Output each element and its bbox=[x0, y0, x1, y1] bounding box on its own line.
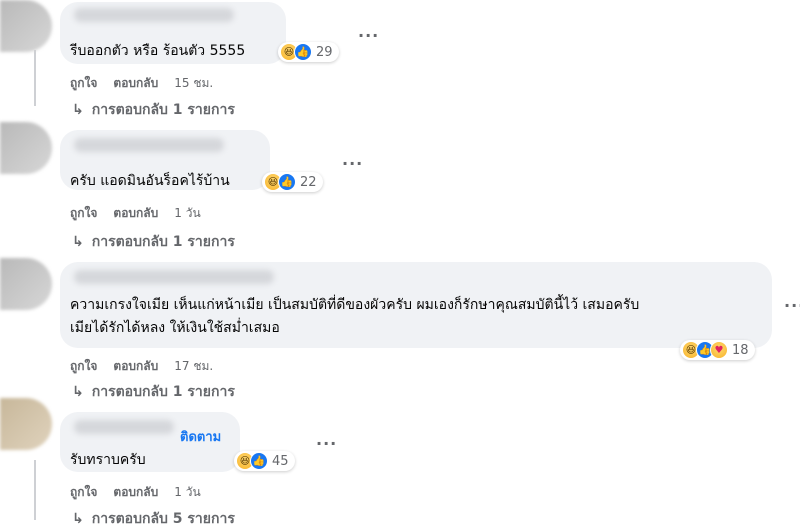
timestamp[interactable]: 1 วัน bbox=[174, 204, 200, 223]
reply-button[interactable]: ตอบกลับ bbox=[113, 483, 158, 502]
reaction-count: 45 bbox=[272, 453, 289, 469]
comment-text: รีบออกตัว หรือ ร้อนตัว 5555 bbox=[70, 43, 246, 59]
reply-button[interactable]: ตอบกลับ bbox=[113, 357, 158, 376]
view-replies-label: การตอบกลับ 5 รายการ bbox=[91, 511, 235, 527]
author-name[interactable] bbox=[74, 8, 234, 22]
avatar[interactable] bbox=[0, 398, 52, 450]
more-options-icon[interactable]: ··· bbox=[358, 26, 379, 45]
avatar[interactable] bbox=[0, 258, 52, 310]
reaction-summary[interactable]: 😆 👍 ♥ 18 bbox=[680, 340, 755, 360]
comment-text: รับทราบครับ bbox=[70, 452, 146, 468]
reaction-count: 18 bbox=[732, 342, 749, 358]
reply-button[interactable]: ตอบกลับ bbox=[113, 204, 158, 223]
avatar[interactable] bbox=[0, 0, 52, 52]
view-replies-label: การตอบกลับ 1 รายการ bbox=[91, 102, 235, 118]
reply-arrow-icon: ↳ bbox=[72, 511, 84, 527]
comment-actions: ถูกใจ ตอบกลับ 15 ชม. bbox=[70, 74, 213, 93]
comment-text-line-1: ความเกรงใจเมีย เห็นแก่หน้าเมีย เป็นสมบัต… bbox=[70, 297, 640, 313]
reaction-count: 29 bbox=[316, 44, 333, 60]
reply-button[interactable]: ตอบกลับ bbox=[113, 74, 158, 93]
reaction-summary[interactable]: 😆 👍 45 bbox=[234, 451, 295, 471]
reply-arrow-icon: ↳ bbox=[72, 384, 84, 400]
more-options-icon[interactable]: ··· bbox=[784, 296, 800, 315]
reaction-summary[interactable]: 😆 👍 22 bbox=[262, 172, 323, 192]
care-icon: ♥ bbox=[710, 341, 728, 359]
view-replies-label: การตอบกลับ 1 รายการ bbox=[91, 234, 235, 250]
like-icon: 👍 bbox=[278, 173, 296, 191]
like-button[interactable]: ถูกใจ bbox=[70, 204, 97, 223]
comment-actions: ถูกใจ ตอบกลับ 1 วัน bbox=[70, 204, 201, 223]
reply-arrow-icon: ↳ bbox=[72, 102, 84, 118]
thread-line bbox=[34, 50, 36, 106]
timestamp[interactable]: 1 วัน bbox=[174, 483, 200, 502]
reaction-count: 22 bbox=[300, 174, 317, 190]
more-options-icon[interactable]: ··· bbox=[342, 154, 363, 173]
author-name[interactable] bbox=[74, 138, 224, 152]
like-button[interactable]: ถูกใจ bbox=[70, 357, 97, 376]
comment-text: ครับ แอดมินอันร็อคไร้บ้าน bbox=[70, 173, 230, 189]
view-replies-link[interactable]: ↳ การตอบกลับ 5 รายการ bbox=[72, 508, 235, 530]
like-icon: 👍 bbox=[294, 43, 312, 61]
like-icon: 👍 bbox=[250, 452, 268, 470]
timestamp[interactable]: 17 ชม. bbox=[174, 357, 213, 376]
timestamp[interactable]: 15 ชม. bbox=[174, 74, 213, 93]
view-replies-link[interactable]: ↳ การตอบกลับ 1 รายการ bbox=[72, 231, 235, 253]
avatar[interactable] bbox=[0, 122, 52, 174]
comment-actions: ถูกใจ ตอบกลับ 17 ชม. bbox=[70, 357, 213, 376]
like-button[interactable]: ถูกใจ bbox=[70, 483, 97, 502]
view-replies-link[interactable]: ↳ การตอบกลับ 1 รายการ bbox=[72, 99, 235, 121]
comment-text-line-2: เมียได้รักได้หลง ให้เงินใช้สม่ำเสมอ bbox=[70, 320, 280, 336]
author-name[interactable] bbox=[74, 420, 174, 434]
reply-arrow-icon: ↳ bbox=[72, 234, 84, 250]
view-replies-label: การตอบกลับ 1 รายการ bbox=[91, 384, 235, 400]
follow-button[interactable]: ติดตาม bbox=[180, 426, 221, 447]
view-replies-link[interactable]: ↳ การตอบกลับ 1 รายการ bbox=[72, 381, 235, 403]
author-name[interactable] bbox=[74, 270, 274, 284]
thread-line bbox=[34, 460, 36, 520]
like-button[interactable]: ถูกใจ bbox=[70, 74, 97, 93]
more-options-icon[interactable]: ··· bbox=[316, 434, 337, 453]
comment-actions: ถูกใจ ตอบกลับ 1 วัน bbox=[70, 483, 201, 502]
reaction-summary[interactable]: 😆 👍 29 bbox=[278, 42, 339, 62]
